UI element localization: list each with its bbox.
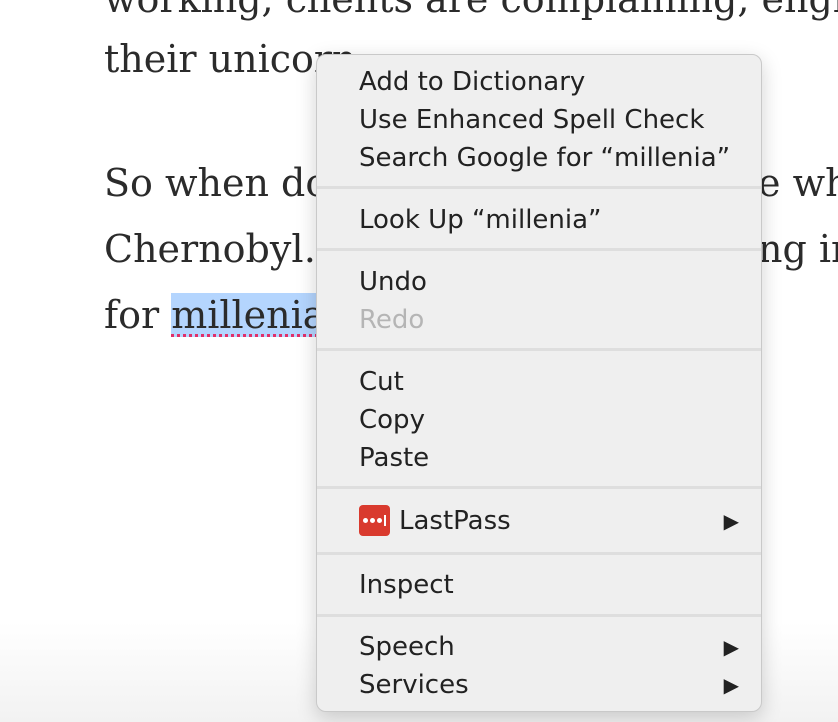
article-text-right: ng im (758, 227, 838, 271)
selected-misspelled-word[interactable]: millenia (171, 293, 328, 337)
article-line: So when do e wh (104, 160, 838, 206)
menu-item-look-up[interactable]: Look Up “millenia” (317, 201, 761, 239)
menu-item-services[interactable]: Services ▶ (317, 666, 761, 704)
article-line: for millenia (104, 292, 328, 338)
menu-item-label: LastPass (399, 506, 511, 536)
menu-separator (317, 552, 761, 555)
article-text: So when do (104, 161, 329, 205)
menu-separator (317, 614, 761, 617)
menu-separator (317, 486, 761, 489)
article-line: working, clients are complaining, engine (104, 0, 838, 22)
menu-separator (317, 248, 761, 251)
lastpass-icon (359, 505, 390, 536)
menu-item-enhanced-spell-check[interactable]: Use Enhanced Spell Check (317, 101, 761, 139)
menu-item-add-to-dictionary[interactable]: Add to Dictionary (317, 63, 761, 101)
menu-separator (317, 186, 761, 189)
menu-item-copy[interactable]: Copy (317, 401, 761, 439)
menu-separator (317, 348, 761, 351)
page: working, clients are complaining, engine… (0, 0, 838, 722)
article-text: Chernobyl… (104, 227, 342, 271)
chevron-right-icon: ▶ (723, 673, 739, 697)
menu-item-undo[interactable]: Undo (317, 263, 761, 301)
menu-item-lastpass[interactable]: LastPass ▶ (317, 502, 761, 540)
chevron-right-icon: ▶ (723, 635, 739, 659)
menu-item-label: Speech (359, 632, 455, 662)
chevron-right-icon: ▶ (723, 509, 739, 533)
menu-item-redo: Redo (359, 305, 425, 335)
menu-item-label: Services (359, 670, 469, 700)
article-text-right: e wh (758, 161, 838, 205)
article-line: Chernobyl… ng im (104, 226, 838, 272)
menu-item-cut[interactable]: Cut (317, 363, 761, 401)
menu-item-inspect[interactable]: Inspect (317, 566, 761, 604)
menu-item-speech[interactable]: Speech ▶ (317, 628, 761, 666)
context-menu: Add to Dictionary Use Enhanced Spell Che… (316, 54, 762, 712)
menu-item-paste[interactable]: Paste (317, 439, 761, 477)
menu-item-search-google[interactable]: Search Google for “millenia” (317, 139, 761, 177)
article-text: for (104, 293, 172, 337)
